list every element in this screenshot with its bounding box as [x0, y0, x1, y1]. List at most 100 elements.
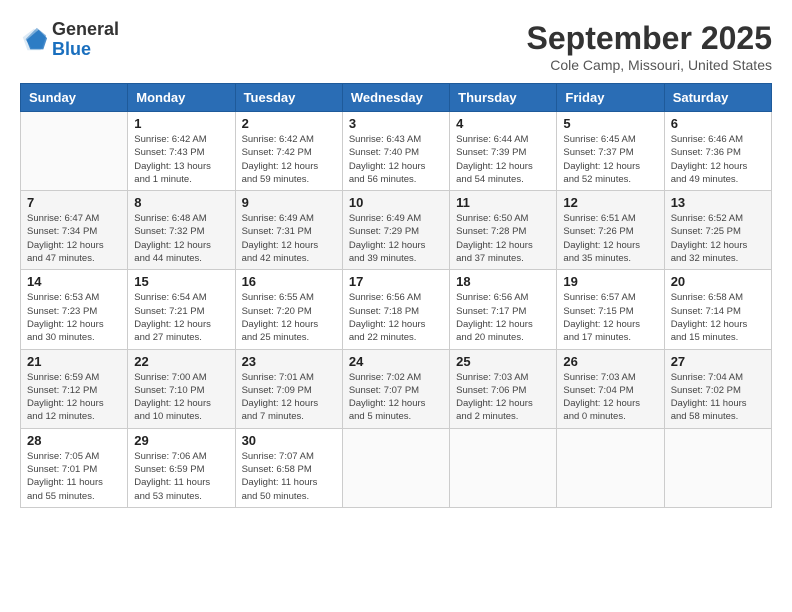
calendar-cell: 26 Sunrise: 7:03 AM Sunset: 7:04 PM Dayli… — [557, 349, 664, 428]
calendar-cell: 30 Sunrise: 7:07 AM Sunset: 6:58 PM Dayli… — [235, 428, 342, 507]
day-info: Sunrise: 7:05 AM Sunset: 7:01 PM Dayligh… — [27, 450, 121, 503]
day-number: 19 — [563, 274, 657, 289]
calendar-cell: 24 Sunrise: 7:02 AM Sunset: 7:07 PM Dayli… — [342, 349, 449, 428]
calendar-cell: 3 Sunrise: 6:43 AM Sunset: 7:40 PM Daylig… — [342, 112, 449, 191]
logo-icon — [20, 26, 48, 54]
day-info: Sunrise: 6:56 AM Sunset: 7:18 PM Dayligh… — [349, 291, 443, 344]
calendar-cell: 10 Sunrise: 6:49 AM Sunset: 7:29 PM Dayli… — [342, 191, 449, 270]
calendar-cell: 5Sunrise: 6:45 AM Sunset: 7:37 PM Daylig… — [557, 112, 664, 191]
calendar-cell — [557, 428, 664, 507]
day-info: Sunrise: 6:58 AM Sunset: 7:14 PM Dayligh… — [671, 291, 765, 344]
calendar-cell: 8Sunrise: 6:48 AM Sunset: 7:32 PM Daylig… — [128, 191, 235, 270]
calendar-cell: 20 Sunrise: 6:58 AM Sunset: 7:14 PM Dayli… — [664, 270, 771, 349]
weekday-header-monday: Monday — [128, 84, 235, 112]
day-number: 30 — [242, 433, 336, 448]
day-number: 6 — [671, 116, 765, 131]
calendar-cell: 15 Sunrise: 6:54 AM Sunset: 7:21 PM Dayli… — [128, 270, 235, 349]
day-number: 22 — [134, 354, 228, 369]
calendar-cell — [450, 428, 557, 507]
day-info: Sunrise: 6:49 AM Sunset: 7:31 PM Dayligh… — [242, 212, 336, 265]
day-number: 20 — [671, 274, 765, 289]
logo: General Blue — [20, 20, 119, 60]
calendar-cell: 2Sunrise: 6:42 AM Sunset: 7:42 PM Daylig… — [235, 112, 342, 191]
logo-blue: Blue — [52, 40, 119, 60]
page-header: General Blue September 2025 Cole Camp, M… — [20, 20, 772, 73]
day-number: 18 — [456, 274, 550, 289]
day-info: Sunrise: 6:49 AM Sunset: 7:29 PM Dayligh… — [349, 212, 443, 265]
day-info: Sunrise: 6:52 AM Sunset: 7:25 PM Dayligh… — [671, 212, 765, 265]
day-info: Sunrise: 7:02 AM Sunset: 7:07 PM Dayligh… — [349, 371, 443, 424]
calendar-cell: 14 Sunrise: 6:53 AM Sunset: 7:23 PM Dayli… — [21, 270, 128, 349]
day-info: Sunrise: 7:06 AM Sunset: 6:59 PM Dayligh… — [134, 450, 228, 503]
day-info: Sunrise: 7:04 AM Sunset: 7:02 PM Dayligh… — [671, 371, 765, 424]
day-info: Sunrise: 7:03 AM Sunset: 7:06 PM Dayligh… — [456, 371, 550, 424]
day-number: 26 — [563, 354, 657, 369]
weekday-header-wednesday: Wednesday — [342, 84, 449, 112]
day-number: 1 — [134, 116, 228, 131]
calendar-cell: 9 Sunrise: 6:49 AM Sunset: 7:31 PM Daylig… — [235, 191, 342, 270]
calendar-cell: 27 Sunrise: 7:04 AM Sunset: 7:02 PM Dayli… — [664, 349, 771, 428]
day-number: 24 — [349, 354, 443, 369]
day-info: Sunrise: 6:53 AM Sunset: 7:23 PM Dayligh… — [27, 291, 121, 344]
day-info: Sunrise: 6:47 AM Sunset: 7:34 PM Dayligh… — [27, 212, 121, 265]
day-info: Sunrise: 7:00 AM Sunset: 7:10 PM Dayligh… — [134, 371, 228, 424]
day-number: 17 — [349, 274, 443, 289]
day-number: 15 — [134, 274, 228, 289]
month-title: September 2025 — [527, 20, 772, 57]
day-info: Sunrise: 6:44 AM Sunset: 7:39 PM Dayligh… — [456, 133, 550, 186]
day-info: Sunrise: 6:56 AM Sunset: 7:17 PM Dayligh… — [456, 291, 550, 344]
week-row-4: 21Sunrise: 6:59 AM Sunset: 7:12 PM Dayli… — [21, 349, 772, 428]
weekday-header-sunday: Sunday — [21, 84, 128, 112]
calendar-cell: 29 Sunrise: 7:06 AM Sunset: 6:59 PM Dayli… — [128, 428, 235, 507]
day-number: 14 — [27, 274, 121, 289]
weekday-header-row: SundayMondayTuesdayWednesdayThursdayFrid… — [21, 84, 772, 112]
day-info: Sunrise: 7:07 AM Sunset: 6:58 PM Dayligh… — [242, 450, 336, 503]
calendar-cell — [342, 428, 449, 507]
day-number: 27 — [671, 354, 765, 369]
week-row-2: 7 Sunrise: 6:47 AM Sunset: 7:34 PM Daylig… — [21, 191, 772, 270]
day-info: Sunrise: 6:45 AM Sunset: 7:37 PM Dayligh… — [563, 133, 657, 186]
location: Cole Camp, Missouri, United States — [527, 57, 772, 73]
day-number: 3 — [349, 116, 443, 131]
day-number: 16 — [242, 274, 336, 289]
day-info: Sunrise: 7:01 AM Sunset: 7:09 PM Dayligh… — [242, 371, 336, 424]
day-number: 2 — [242, 116, 336, 131]
day-number: 23 — [242, 354, 336, 369]
week-row-5: 28 Sunrise: 7:05 AM Sunset: 7:01 PM Dayli… — [21, 428, 772, 507]
day-number: 28 — [27, 433, 121, 448]
day-number: 29 — [134, 433, 228, 448]
day-number: 10 — [349, 195, 443, 210]
day-info: Sunrise: 6:54 AM Sunset: 7:21 PM Dayligh… — [134, 291, 228, 344]
day-number: 9 — [242, 195, 336, 210]
day-number: 12 — [563, 195, 657, 210]
calendar-table: SundayMondayTuesdayWednesdayThursdayFrid… — [20, 83, 772, 508]
day-number: 7 — [27, 195, 121, 210]
weekday-header-friday: Friday — [557, 84, 664, 112]
weekday-header-saturday: Saturday — [664, 84, 771, 112]
calendar-cell: 12 Sunrise: 6:51 AM Sunset: 7:26 PM Dayli… — [557, 191, 664, 270]
day-number: 4 — [456, 116, 550, 131]
calendar-cell: 13 Sunrise: 6:52 AM Sunset: 7:25 PM Dayli… — [664, 191, 771, 270]
calendar-cell: 11 Sunrise: 6:50 AM Sunset: 7:28 PM Dayli… — [450, 191, 557, 270]
day-info: Sunrise: 6:57 AM Sunset: 7:15 PM Dayligh… — [563, 291, 657, 344]
day-number: 13 — [671, 195, 765, 210]
weekday-header-thursday: Thursday — [450, 84, 557, 112]
day-info: Sunrise: 6:43 AM Sunset: 7:40 PM Dayligh… — [349, 133, 443, 186]
calendar-cell: 18 Sunrise: 6:56 AM Sunset: 7:17 PM Dayli… — [450, 270, 557, 349]
day-info: Sunrise: 6:51 AM Sunset: 7:26 PM Dayligh… — [563, 212, 657, 265]
calendar-cell: 16 Sunrise: 6:55 AM Sunset: 7:20 PM Dayli… — [235, 270, 342, 349]
calendar-cell: 4 Sunrise: 6:44 AM Sunset: 7:39 PM Daylig… — [450, 112, 557, 191]
day-info: Sunrise: 7:03 AM Sunset: 7:04 PM Dayligh… — [563, 371, 657, 424]
week-row-1: 1Sunrise: 6:42 AM Sunset: 7:43 PM Daylig… — [21, 112, 772, 191]
calendar-cell: 6 Sunrise: 6:46 AM Sunset: 7:36 PM Daylig… — [664, 112, 771, 191]
logo-text: General Blue — [52, 20, 119, 60]
day-info: Sunrise: 6:50 AM Sunset: 7:28 PM Dayligh… — [456, 212, 550, 265]
calendar-cell: 19 Sunrise: 6:57 AM Sunset: 7:15 PM Dayli… — [557, 270, 664, 349]
day-info: Sunrise: 6:46 AM Sunset: 7:36 PM Dayligh… — [671, 133, 765, 186]
calendar-cell: 25 Sunrise: 7:03 AM Sunset: 7:06 PM Dayli… — [450, 349, 557, 428]
calendar-cell: 17 Sunrise: 6:56 AM Sunset: 7:18 PM Dayli… — [342, 270, 449, 349]
day-number: 11 — [456, 195, 550, 210]
day-info: Sunrise: 6:55 AM Sunset: 7:20 PM Dayligh… — [242, 291, 336, 344]
calendar-cell: 1Sunrise: 6:42 AM Sunset: 7:43 PM Daylig… — [128, 112, 235, 191]
day-number: 25 — [456, 354, 550, 369]
